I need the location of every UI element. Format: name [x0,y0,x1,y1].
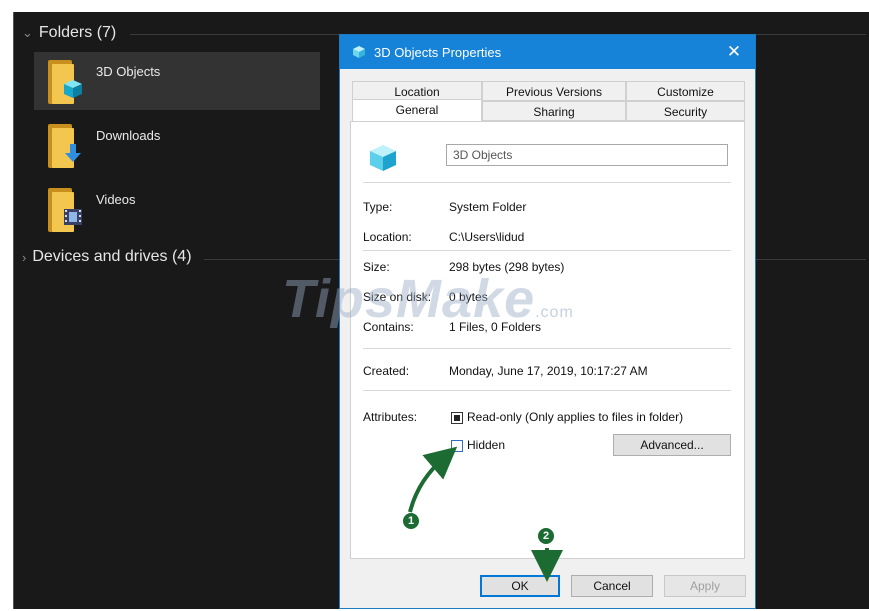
annotation-arrows [408,446,563,582]
arrow-to-hidden-checkbox [408,446,458,513]
step-2-marker: 2 [538,528,554,544]
step-1-marker: 1 [403,513,419,529]
